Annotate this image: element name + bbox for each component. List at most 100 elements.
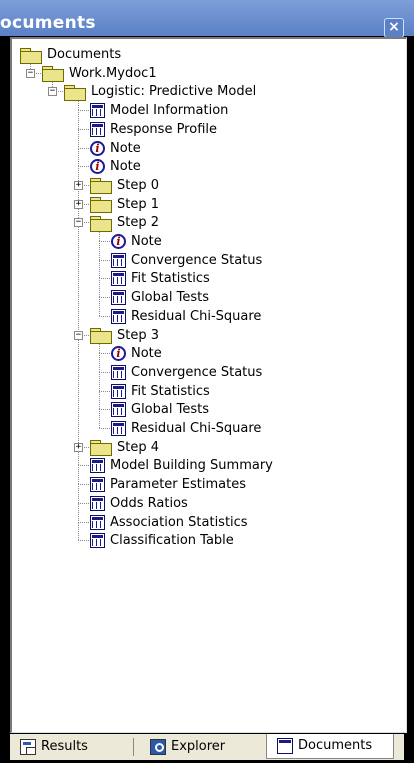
tree-item-label: Association Statistics xyxy=(110,514,248,530)
tree-connector xyxy=(78,521,89,523)
documents-tree-panel: Documents Work.Mydoc1 − Logistic: Predictiv… xyxy=(10,37,407,733)
tree-item-label: Residual Chi-Square xyxy=(131,421,262,436)
tree-item-label: Step 1 xyxy=(117,196,160,212)
tree-item-step-0[interactable]: Step 0 xyxy=(90,176,159,195)
collapse-toggle[interactable]: − xyxy=(48,87,57,97)
title-bar[interactable]: ocuments × xyxy=(0,0,414,38)
tree-item-work-mydoc1[interactable]: Work.Mydoc1 xyxy=(42,64,157,83)
tree-item-label: Odds Ratios xyxy=(110,495,188,511)
tree-item-note-2[interactable]: i Note xyxy=(90,157,141,176)
tree-item-classification-table[interactable]: Classification Table xyxy=(90,531,234,550)
tree-connector xyxy=(78,484,79,503)
tree-item-documents[interactable]: Documents xyxy=(20,45,121,64)
tree-item-label: Logistic: Predictive Model xyxy=(91,84,257,100)
tree-item-label: Classification Table xyxy=(110,533,234,549)
tree-connector xyxy=(99,241,110,242)
tab-label-explorer: Explorer xyxy=(171,739,226,754)
tab-documents[interactable]: Documents xyxy=(266,734,394,759)
tree-item-label: Step 3 xyxy=(117,327,160,343)
collapse-toggle[interactable]: − xyxy=(74,330,83,340)
tree-item-label: Global Tests xyxy=(131,290,209,306)
folder-icon xyxy=(90,215,112,232)
close-button[interactable]: × xyxy=(384,18,404,38)
tree-connector xyxy=(78,110,79,129)
folder-icon xyxy=(42,65,64,83)
tree-item-step2-residual[interactable]: Residual Chi-Square xyxy=(111,307,261,326)
tree-item-label: Work.Mydoc1 xyxy=(69,65,157,81)
tree-item-step-1[interactable]: Step 1 xyxy=(90,195,159,214)
note-icon: i xyxy=(111,234,126,249)
tree-connector xyxy=(78,465,89,467)
tree-item-step3-residual[interactable]: Residual Chi-Square xyxy=(111,419,261,438)
collapse-toggle[interactable]: − xyxy=(26,68,35,78)
tree-item-label: Step 0 xyxy=(117,177,160,193)
table-icon xyxy=(90,103,105,119)
folder-icon xyxy=(90,439,112,457)
tree-connector xyxy=(99,259,110,261)
tree-connector xyxy=(99,315,110,317)
tree-connector xyxy=(78,222,79,335)
tree-item-step3-fit[interactable]: Fit Statistics xyxy=(111,382,210,401)
tree-item-model-information[interactable]: Model Information xyxy=(90,101,228,120)
tree-item-label: Documents xyxy=(47,47,122,62)
tree-item-step-4[interactable]: Step 4 xyxy=(90,438,159,457)
tree-item-label: Note xyxy=(110,140,141,156)
tree-item-label: Note xyxy=(131,346,162,362)
documents-icon xyxy=(277,738,293,754)
tree-connector xyxy=(78,502,79,522)
tree-connector xyxy=(99,241,100,260)
tree-item-step3-global[interactable]: Global Tests xyxy=(111,400,209,419)
tree-item-step-3[interactable]: Step 3 xyxy=(90,326,159,345)
tree-connector xyxy=(78,521,79,541)
tree-item-step3-convergence[interactable]: Convergence Status xyxy=(111,363,262,382)
tree-item-label: Fit Statistics xyxy=(131,383,210,399)
tree-item-label: Fit Statistics xyxy=(131,271,210,287)
tree-connector xyxy=(78,334,79,447)
tab-explorer[interactable]: Explorer xyxy=(150,736,225,758)
table-icon xyxy=(111,308,126,324)
tree-item-response-profile[interactable]: Response Profile xyxy=(90,120,217,139)
tree-connector xyxy=(78,540,89,542)
tree-connector xyxy=(78,484,89,486)
tree-item-note-1[interactable]: i Note xyxy=(90,139,141,158)
folder-icon xyxy=(64,84,86,101)
tree-connector xyxy=(99,409,100,428)
expand-toggle[interactable]: + xyxy=(74,442,83,452)
table-icon xyxy=(111,252,126,268)
documents-window: ocuments × Documents Work.Mydoc1 − Logistic… xyxy=(0,0,414,763)
expand-toggle[interactable]: + xyxy=(74,180,83,190)
expand-toggle[interactable]: + xyxy=(74,199,83,209)
tree-item-step3-note[interactable]: i Note xyxy=(111,344,162,363)
tree-item-logistic[interactable]: Logistic: Predictive Model xyxy=(64,82,256,101)
tree-item-step2-fit[interactable]: Fit Statistics xyxy=(111,269,210,288)
tree-connector xyxy=(99,353,100,372)
tree-item-label: Parameter Estimates xyxy=(110,477,246,493)
tree-item-label: Convergence Status xyxy=(131,364,263,380)
tree-item-association-statistics[interactable]: Association Statistics xyxy=(90,513,248,532)
tree-item-parameter-estimates[interactable]: Parameter Estimates xyxy=(90,475,246,494)
collapse-toggle[interactable]: − xyxy=(74,218,83,228)
explorer-icon xyxy=(150,739,166,755)
tree-connector xyxy=(99,278,110,280)
tree-item-model-building-summary[interactable]: Model Building Summary xyxy=(90,456,273,475)
tree-connector xyxy=(78,128,79,148)
tree-connector xyxy=(99,390,110,392)
folder-icon xyxy=(90,177,112,195)
tab-results[interactable]: Results xyxy=(20,736,88,758)
tree-connector xyxy=(99,297,110,299)
tree-item-step-2[interactable]: Step 2 xyxy=(90,213,159,232)
tree-connector xyxy=(78,110,89,112)
note-icon: i xyxy=(90,159,105,175)
tree-item-step2-convergence[interactable]: Convergence Status xyxy=(111,251,262,270)
tree-connector xyxy=(78,147,89,149)
tree-connector xyxy=(78,128,89,130)
table-icon xyxy=(111,290,126,306)
tree-item-label: Note xyxy=(131,234,162,249)
tree-item-step2-note[interactable]: i Note xyxy=(111,232,162,251)
table-icon xyxy=(90,477,105,493)
tree-connector xyxy=(78,166,89,168)
tree-connector xyxy=(99,371,110,373)
table-icon xyxy=(90,514,105,530)
tree-item-odds-ratios[interactable]: Odds Ratios xyxy=(90,494,188,513)
tree-item-step2-global[interactable]: Global Tests xyxy=(111,288,209,307)
